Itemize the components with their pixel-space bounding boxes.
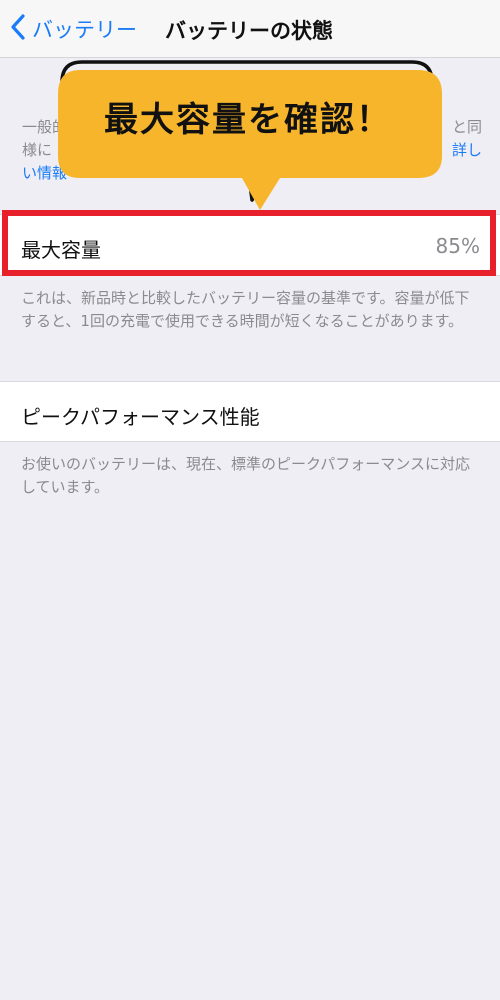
top-desc-fragment: と同 bbox=[451, 118, 482, 136]
learn-more-link[interactable]: 詳し bbox=[452, 139, 482, 162]
top-desc-fragment: 様に bbox=[22, 141, 53, 159]
callout-bubble: 最大容量を確認！ bbox=[52, 58, 444, 213]
navigation-bar: バッテリー バッテリーの状態 bbox=[0, 0, 500, 58]
callout-text: 最大容量を確認！ bbox=[104, 100, 392, 140]
peak-performance-row: ピークパフォーマンス性能 bbox=[0, 381, 500, 442]
chevron-left-icon bbox=[8, 12, 28, 46]
peak-performance-description: お使いのバッテリーは、現在、標準のピークパフォーマンスに対応しています。 bbox=[21, 455, 470, 496]
peak-performance-label: ピークパフォーマンス性能 bbox=[21, 405, 260, 429]
back-label: バッテリー bbox=[32, 18, 137, 42]
highlight-frame bbox=[2, 210, 496, 276]
max-capacity-description: これは、新品時と比較したバッテリー容量の基準です。容量が低下すると、1回の充電で… bbox=[21, 289, 470, 330]
page-title: バッテリーの状態 bbox=[165, 19, 333, 43]
back-button[interactable]: バッテリー bbox=[8, 12, 137, 46]
